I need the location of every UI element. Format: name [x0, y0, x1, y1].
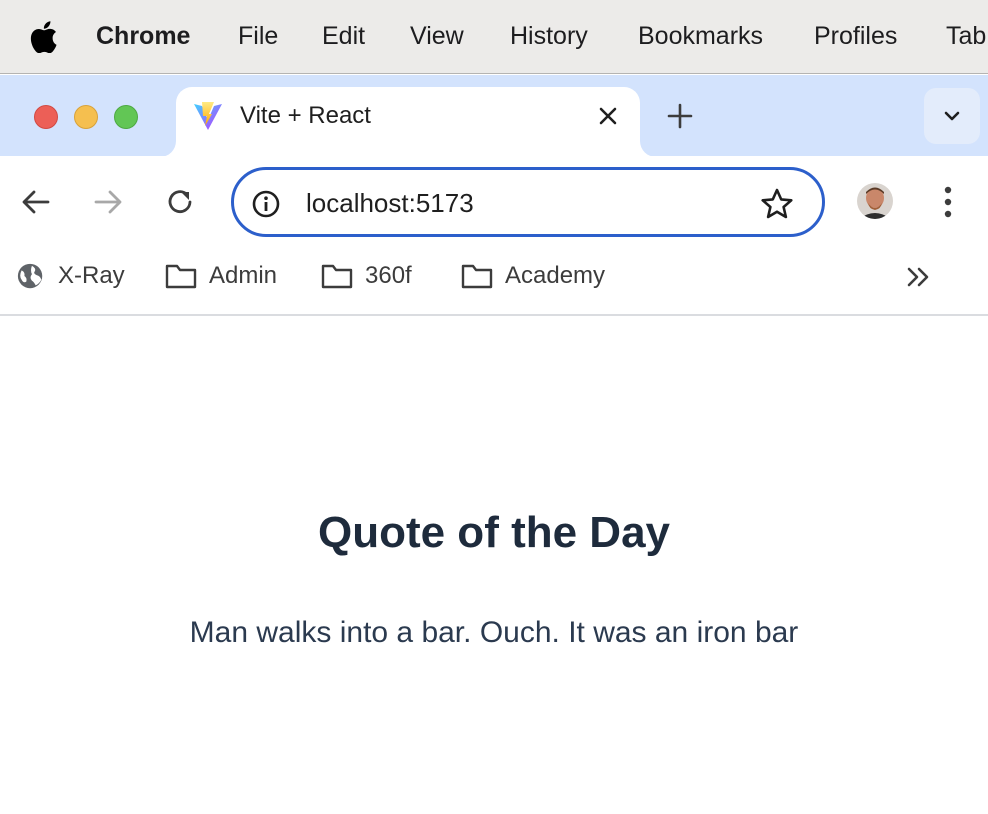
macos-menu-bar: Chrome File Edit View History Bookmarks …: [0, 0, 988, 74]
folder-icon: [461, 264, 493, 289]
globe-icon: [17, 263, 43, 289]
menu-history[interactable]: History: [510, 22, 588, 51]
bookmark-academy[interactable]: Academy: [461, 258, 605, 294]
menu-app-name[interactable]: Chrome: [96, 22, 190, 51]
close-window-button[interactable]: [34, 105, 58, 129]
menu-profiles[interactable]: Profiles: [814, 22, 897, 51]
page-content: Quote of the Day Man walks into a bar. O…: [0, 318, 988, 814]
tab-title: Vite + React: [240, 102, 371, 129]
menu-file[interactable]: File: [238, 22, 278, 51]
quote-text: Man walks into a bar. Ouch. It was an ir…: [189, 616, 799, 649]
more-options-icon[interactable]: [934, 186, 962, 218]
bookmark-star-icon[interactable]: [760, 187, 794, 221]
close-tab-icon[interactable]: [596, 104, 620, 128]
menu-edit[interactable]: Edit: [322, 22, 365, 51]
bookmark-label: X-Ray: [58, 262, 125, 289]
url-text[interactable]: localhost:5173: [306, 188, 474, 219]
bookmark-label: Academy: [505, 262, 606, 289]
bookmark-x-ray[interactable]: X-Ray: [16, 258, 125, 294]
chevron-down-icon: [944, 111, 960, 121]
menu-view[interactable]: View: [410, 22, 464, 51]
address-bar[interactable]: localhost:5173: [231, 167, 825, 237]
reload-icon[interactable]: [162, 184, 198, 220]
profile-avatar[interactable]: [857, 183, 893, 219]
menu-bookmarks[interactable]: Bookmarks: [638, 22, 763, 51]
forward-arrow-icon[interactable]: [90, 184, 126, 220]
folder-icon: [165, 264, 197, 289]
site-info-icon[interactable]: [252, 190, 280, 218]
new-tab-icon[interactable]: [666, 102, 694, 130]
bookmark-admin[interactable]: Admin: [165, 258, 277, 294]
more-bookmarks-icon[interactable]: [905, 264, 933, 290]
minimize-window-button[interactable]: [74, 105, 98, 129]
profile-photo-icon: [857, 183, 893, 219]
zoom-window-button[interactable]: [114, 105, 138, 129]
tab-search-button[interactable]: [924, 88, 980, 144]
apple-logo-icon[interactable]: [28, 21, 58, 53]
back-arrow-icon[interactable]: [18, 184, 54, 220]
bookmark-label: Admin: [209, 262, 278, 289]
page-title: Quote of the Day: [317, 508, 671, 557]
folder-icon: [321, 264, 353, 289]
bookmark-label: 360f: [365, 262, 412, 289]
menu-tab[interactable]: Tab: [946, 22, 986, 51]
active-tab[interactable]: Vite + React: [176, 87, 640, 157]
bookmark-360f[interactable]: 360f: [321, 258, 412, 294]
vite-logo-icon: [194, 102, 222, 130]
